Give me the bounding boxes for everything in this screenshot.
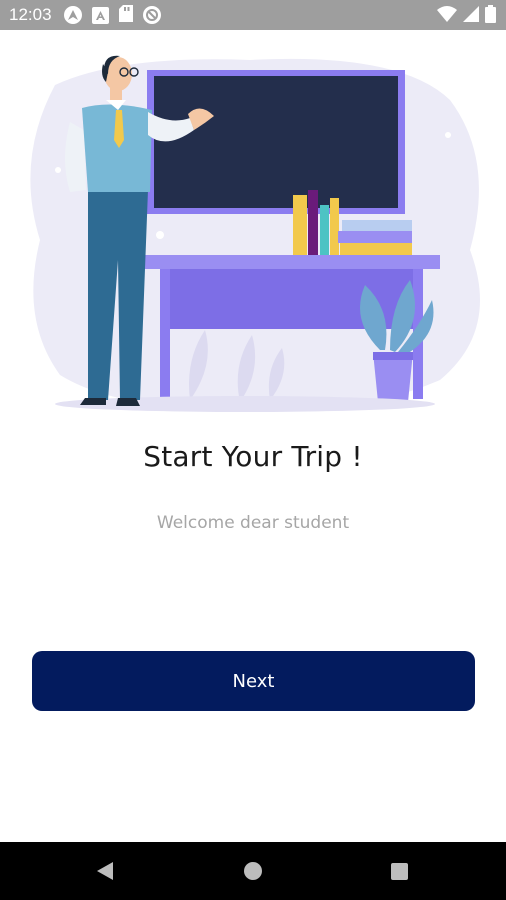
chalkboard (154, 76, 398, 208)
battery-icon (485, 5, 496, 23)
page-title: Start Your Trip ! (143, 440, 363, 473)
no-disturb-icon (142, 6, 161, 24)
wifi-icon (437, 6, 457, 22)
next-button[interactable]: Next (32, 651, 475, 711)
system-nav-bar (0, 842, 506, 900)
recents-icon[interactable] (391, 863, 408, 880)
next-button-label: Next (232, 670, 275, 692)
book (293, 195, 307, 255)
desk-top (145, 255, 440, 269)
a-badge-icon (91, 6, 109, 24)
notification-icons (63, 4, 161, 26)
system-icons (437, 5, 496, 23)
status-bar: 12:03 (0, 0, 506, 30)
back-icon[interactable] (96, 861, 114, 881)
sd-card-icon (118, 4, 133, 26)
welcome-subtitle: Welcome dear student (156, 513, 350, 533)
status-time: 12:03 (9, 5, 52, 24)
signal-icon (463, 6, 479, 22)
home-icon[interactable] (244, 862, 262, 880)
android-auto-icon (63, 6, 82, 24)
teacher-illustration (30, 55, 481, 412)
